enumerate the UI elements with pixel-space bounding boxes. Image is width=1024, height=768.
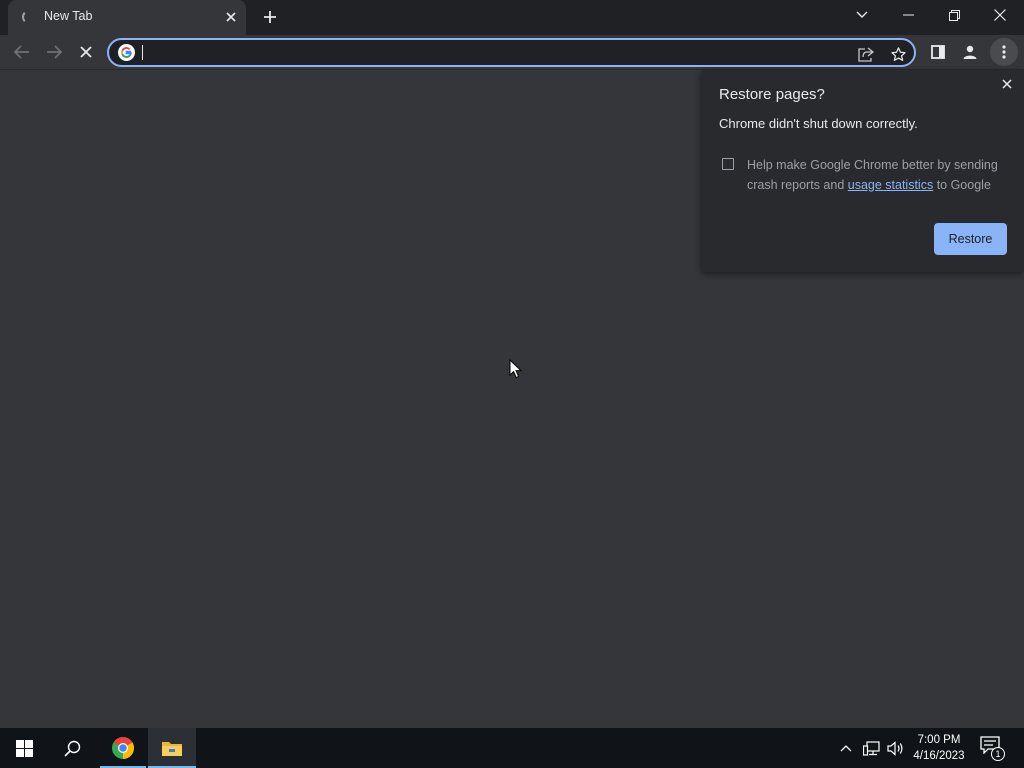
new-tab-button[interactable] xyxy=(258,5,282,29)
chevron-up-icon xyxy=(840,745,852,752)
bookmark-button[interactable] xyxy=(887,43,909,65)
arrow-right-icon xyxy=(47,45,62,59)
search-icon xyxy=(63,740,80,757)
browser-toolbar xyxy=(0,35,1024,70)
profile-button[interactable] xyxy=(956,38,984,66)
forward-button[interactable] xyxy=(40,38,68,66)
bubble-title: Restore pages? xyxy=(719,86,825,103)
start-button[interactable] xyxy=(0,728,48,768)
back-button[interactable] xyxy=(8,38,36,66)
restore-window-icon xyxy=(948,9,960,21)
tab-search-button[interactable] xyxy=(839,0,885,30)
text-caret xyxy=(142,45,143,60)
speaker-icon xyxy=(886,740,902,756)
notification-count-badge: 1 xyxy=(991,747,1005,761)
address-bar[interactable] xyxy=(107,38,916,67)
taskbar-clock[interactable]: 7:00 PM 4/16/2023 xyxy=(907,732,971,764)
network-icon xyxy=(862,740,880,756)
restore-window-button[interactable] xyxy=(931,0,977,30)
star-icon xyxy=(890,46,906,61)
bubble-close-button[interactable] xyxy=(996,73,1018,95)
clock-date: 4/16/2023 xyxy=(913,750,965,762)
loading-spinner-icon xyxy=(22,10,36,24)
mouse-cursor-icon xyxy=(509,359,523,379)
side-panel-button[interactable] xyxy=(924,38,952,66)
tab-close-button[interactable] xyxy=(222,8,240,26)
minimize-button[interactable] xyxy=(885,0,931,30)
share-icon xyxy=(858,46,874,62)
taskbar-search-button[interactable] xyxy=(48,728,96,768)
crash-report-checkbox[interactable] xyxy=(722,158,734,170)
minimize-icon xyxy=(902,14,914,16)
close-icon xyxy=(80,46,92,58)
arrow-left-icon xyxy=(14,45,29,59)
close-icon xyxy=(1002,79,1012,89)
folder-icon xyxy=(162,742,182,756)
crash-report-text-end: to Google xyxy=(933,178,991,192)
google-icon xyxy=(118,44,135,61)
bubble-message: Chrome didn't shut down correctly. xyxy=(719,116,918,131)
chrome-menu-button[interactable] xyxy=(990,38,1018,66)
tab-new-tab[interactable]: New Tab xyxy=(8,0,246,35)
taskbar-file-explorer-app[interactable] xyxy=(148,728,196,768)
crash-report-label: Help make Google Chrome better by sendin… xyxy=(747,155,1012,195)
action-center-button[interactable]: 1 xyxy=(980,736,1005,761)
close-window-button[interactable] xyxy=(977,0,1023,30)
more-vertical-icon xyxy=(1002,45,1006,59)
close-icon xyxy=(994,9,1006,21)
taskbar-chrome-app[interactable] xyxy=(100,728,146,768)
tab-strip: New Tab xyxy=(0,0,1024,35)
plus-icon xyxy=(264,11,276,23)
network-button[interactable] xyxy=(860,728,882,768)
windows-taskbar: 7:00 PM 4/16/2023 1 xyxy=(0,728,1024,768)
clock-time: 7:00 PM xyxy=(917,734,961,746)
restore-pages-bubble: Restore pages? Chrome didn't shut down c… xyxy=(702,70,1024,272)
tab-title: New Tab xyxy=(44,9,93,23)
chrome-icon xyxy=(112,737,134,759)
address-input[interactable] xyxy=(141,42,841,63)
usage-statistics-link[interactable]: usage statistics xyxy=(848,178,933,192)
chevron-down-icon xyxy=(856,11,868,18)
close-icon xyxy=(226,12,236,22)
stop-loading-button[interactable] xyxy=(72,38,100,66)
volume-button[interactable] xyxy=(884,728,906,768)
show-hidden-icons-button[interactable] xyxy=(836,728,856,768)
side-panel-icon xyxy=(931,45,945,59)
person-icon xyxy=(963,45,977,59)
windows-logo-icon xyxy=(15,739,33,757)
restore-button[interactable]: Restore xyxy=(934,223,1007,255)
share-button[interactable] xyxy=(855,43,877,65)
